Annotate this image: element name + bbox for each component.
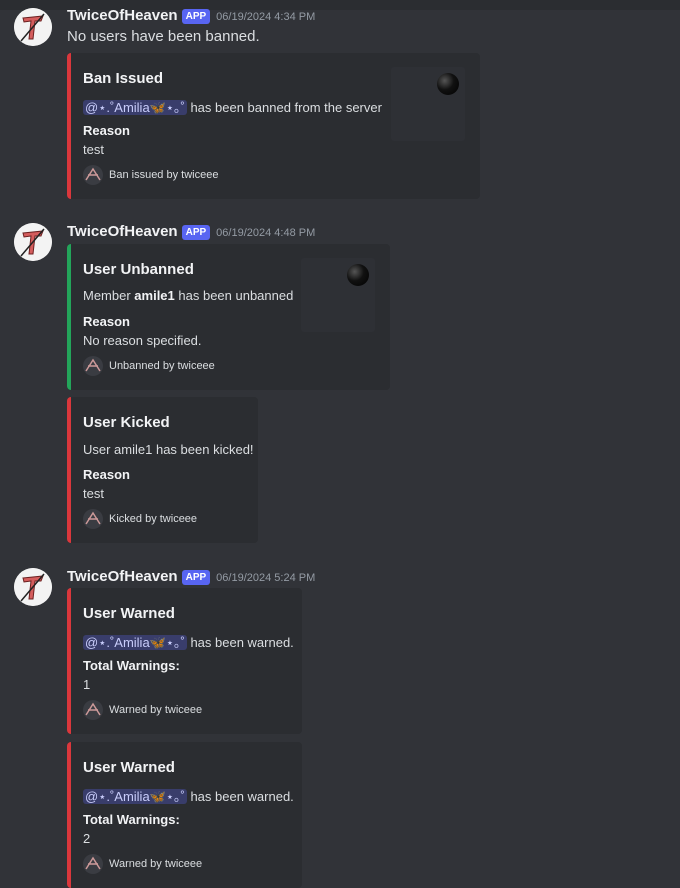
embed-description-prefix: Member [83, 288, 135, 303]
embed-field-value: test [83, 142, 104, 157]
embed-field-name: Reason [83, 467, 130, 482]
thumbnail-image [347, 264, 369, 286]
message-header: TwiceOfHeaven APP 06/19/2024 4:34 PM [67, 5, 315, 25]
embed-field-name: Reason [83, 123, 130, 138]
embed-footer-text: Warned by twiceee [109, 858, 203, 871]
author-name[interactable]: TwiceOfHeaven [67, 223, 178, 240]
embed-title: User Unbanned [83, 261, 194, 278]
timestamp: 06/19/2024 5:24 PM [216, 572, 316, 584]
embed: User Warned @⋆.˚Amilia🦋⋆｡˚ has been warn… [67, 588, 302, 734]
embed-description-text: has been warned. [186, 789, 294, 804]
footer-avatar-icon [83, 509, 103, 530]
embed: User Warned @⋆.˚Amilia🦋⋆｡˚ has been warn… [67, 742, 302, 888]
embed-description: @⋆.˚Amilia🦋⋆｡˚ has been banned from the … [83, 97, 382, 116]
embed-field-value: 2 [83, 831, 91, 846]
embed-description-suffix: has been unbanned [174, 288, 294, 303]
author-name[interactable]: TwiceOfHeaven [67, 568, 178, 585]
embed-title: Ban Issued [83, 70, 164, 87]
embed-footer-text: Unbanned by twiceee [109, 360, 215, 373]
embed-description: User amile1 has been kicked! [83, 442, 254, 457]
app-badge: APP [181, 9, 211, 24]
embed-description-bold: amile1 [134, 288, 175, 303]
timestamp: 06/19/2024 4:48 PM [216, 227, 316, 239]
embed-field-name: Reason [83, 314, 130, 329]
embed-description: @⋆.˚Amilia🦋⋆｡˚ has been warned. [83, 786, 294, 805]
embed-title: User Warned [83, 605, 175, 622]
embed-footer: Warned by twiceee [83, 853, 203, 875]
avatar[interactable] [14, 8, 52, 46]
footer-avatar-icon [83, 165, 103, 186]
author-name[interactable]: TwiceOfHeaven [67, 7, 178, 24]
footer-avatar-icon [83, 700, 103, 721]
embed-description: @⋆.˚Amilia🦋⋆｡˚ has been warned. [83, 632, 294, 651]
embed-field-name: Total Warnings: [83, 658, 180, 673]
embed-field-value: 1 [83, 677, 91, 692]
embed-footer-text: Ban issued by twiceee [109, 169, 219, 182]
author-avatar-icon [14, 568, 52, 606]
embed: User Kicked User amile1 has been kicked!… [67, 397, 258, 543]
app-badge: APP [181, 225, 211, 240]
user-mention[interactable]: @⋆.˚Amilia🦋⋆｡˚ [83, 635, 187, 650]
author-avatar-icon [14, 8, 52, 46]
embed-thumbnail[interactable] [391, 67, 465, 141]
avatar[interactable] [14, 223, 52, 261]
embed: User Unbanned Member amile1 has been unb… [67, 244, 390, 390]
timestamp: 06/19/2024 4:34 PM [216, 11, 316, 23]
embed-description: Member amile1 has been unbanned [83, 288, 293, 303]
embed-description-text: has been warned. [186, 635, 294, 650]
embed-field-name: Total Warnings: [83, 812, 180, 827]
message-content: No users have been banned. [67, 28, 260, 45]
footer-avatar-icon [83, 854, 103, 875]
user-mention[interactable]: @⋆.˚Amilia🦋⋆｡˚ [83, 789, 187, 804]
message-header: TwiceOfHeaven APP 06/19/2024 5:24 PM [67, 566, 315, 586]
footer-avatar-icon [83, 356, 103, 377]
embed-description-text: has been banned from the server [186, 100, 382, 115]
avatar[interactable] [14, 568, 52, 606]
embed-footer: Kicked by twiceee [83, 508, 198, 530]
app-badge: APP [181, 570, 211, 585]
embed-thumbnail[interactable] [301, 258, 375, 332]
embed-footer: Ban issued by twiceee [83, 164, 219, 186]
embed-footer-text: Kicked by twiceee [109, 513, 198, 526]
embed-title: User Kicked [83, 414, 170, 431]
embed: Ban Issued @⋆.˚Amilia🦋⋆｡˚ has been banne… [67, 53, 480, 199]
embed-footer: Warned by twiceee [83, 699, 203, 721]
message-header: TwiceOfHeaven APP 06/19/2024 4:48 PM [67, 221, 315, 241]
thumbnail-image [437, 73, 459, 95]
embed-title: User Warned [83, 759, 175, 776]
embed-footer: Unbanned by twiceee [83, 355, 215, 377]
user-mention[interactable]: @⋆.˚Amilia🦋⋆｡˚ [83, 100, 187, 115]
embed-footer-text: Warned by twiceee [109, 704, 203, 717]
author-avatar-icon [14, 223, 52, 261]
embed-field-value: No reason specified. [83, 333, 202, 348]
embed-field-value: test [83, 486, 104, 501]
